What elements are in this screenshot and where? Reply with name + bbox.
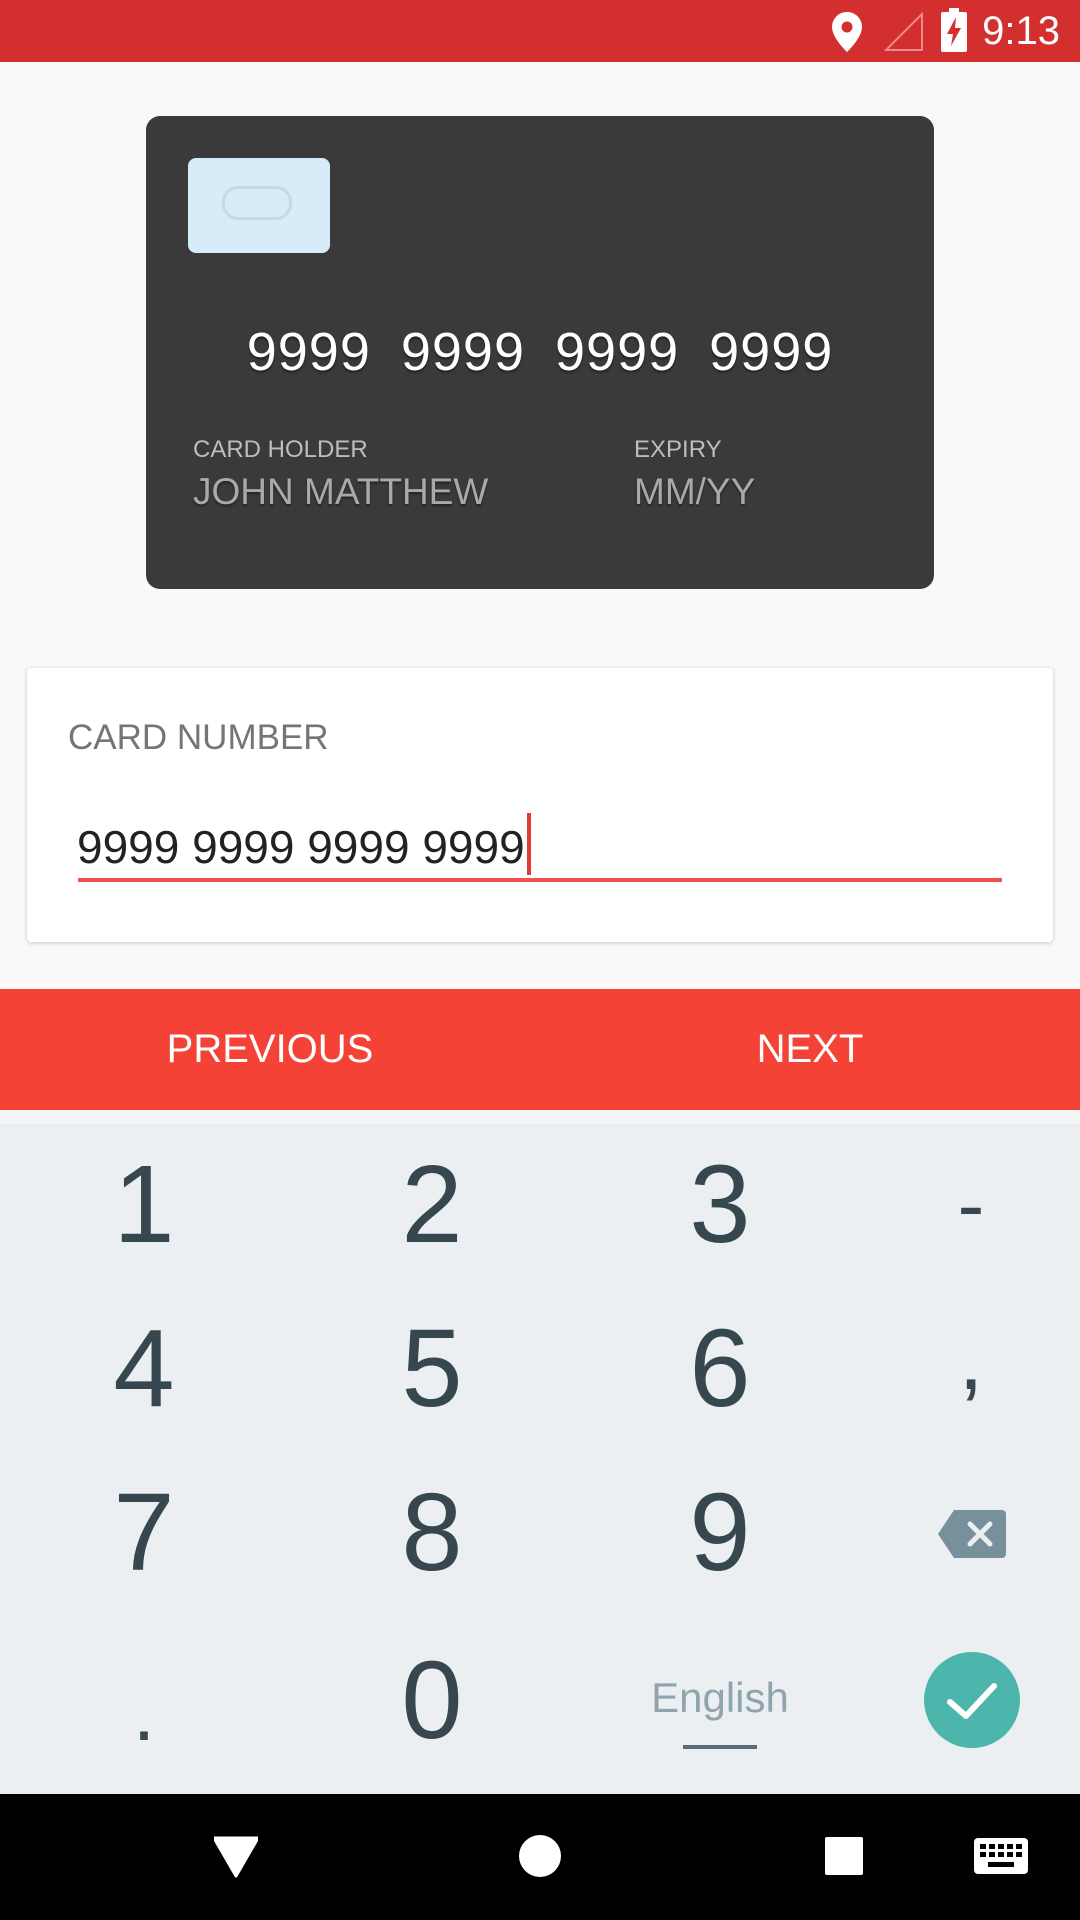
key-6[interactable]: 6: [585, 1286, 855, 1452]
key-5[interactable]: 5: [297, 1286, 567, 1452]
key-period[interactable]: .: [9, 1630, 279, 1796]
language-key[interactable]: English: [540, 1600, 900, 1760]
key-3[interactable]: 3: [585, 1122, 855, 1288]
card-number-input-text: 9999 9999 9999 9999: [77, 821, 525, 873]
navigation-bar: [0, 1794, 1080, 1920]
next-button[interactable]: NEXT: [540, 989, 1080, 1110]
card-holder-label: CARD HOLDER: [193, 436, 368, 463]
card-number-underline: [78, 878, 1002, 882]
language-label: English: [651, 1674, 789, 1721]
action-bar: PREVIOUS NEXT: [0, 989, 1080, 1110]
card-holder-value: JOHN MATTHEW: [193, 471, 489, 512]
back-icon[interactable]: [214, 1836, 258, 1878]
battery-charging-icon: [941, 8, 967, 52]
key-comma[interactable]: ,: [836, 1276, 1080, 1442]
card-number-input[interactable]: 9999 9999 9999 9999: [77, 813, 531, 875]
home-icon[interactable]: [518, 1834, 562, 1878]
card-preview: 9999 9999 9999 9999 CARD HOLDER JOHN MAT…: [146, 116, 934, 589]
location-icon: [832, 12, 862, 52]
key-1[interactable]: 1: [9, 1122, 279, 1288]
key-8[interactable]: 8: [297, 1450, 567, 1616]
card-preview-number: 9999 9999 9999 9999: [246, 322, 834, 382]
card-number-label: CARD NUMBER: [68, 718, 329, 757]
key-2[interactable]: 2: [297, 1122, 567, 1288]
key-0[interactable]: 0: [297, 1618, 567, 1784]
card-chip-icon: [188, 158, 330, 253]
backspace-icon[interactable]: [938, 1510, 1006, 1558]
key-7[interactable]: 7: [9, 1450, 279, 1616]
key-dash[interactable]: -: [836, 1122, 1080, 1288]
recents-icon[interactable]: [824, 1836, 864, 1876]
key-4[interactable]: 4: [9, 1286, 279, 1452]
check-icon: [947, 1683, 997, 1719]
text-caret: [526, 813, 531, 875]
key-9[interactable]: 9: [585, 1450, 855, 1616]
card-expiry-value: MM/YY: [634, 471, 756, 512]
card-expiry-label: EXPIRY: [634, 436, 722, 463]
status-time: 9:13: [982, 9, 1060, 53]
status-bar: 9:13: [0, 0, 1080, 62]
language-underline: [683, 1745, 757, 1749]
previous-button[interactable]: PREVIOUS: [0, 989, 540, 1110]
keyboard-icon[interactable]: [974, 1838, 1028, 1874]
done-button[interactable]: [924, 1652, 1020, 1748]
signal-icon: [884, 12, 923, 51]
card-number-panel: CARD NUMBER 9999 9999 9999 9999: [27, 668, 1053, 942]
